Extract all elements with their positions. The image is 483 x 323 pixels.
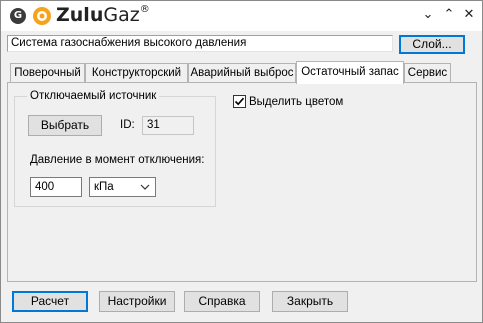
settings-button[interactable]: Настройки [99,291,175,312]
pressure-input[interactable]: 400 [30,177,82,197]
tab-verification[interactable]: Поверочный [10,63,85,83]
select-source-button[interactable]: Выбрать [28,115,102,136]
close-button[interactable]: Закрыть [272,291,348,312]
highlight-checkbox[interactable] [233,95,246,108]
tab-residual-reserve[interactable]: Остаточный запас [296,61,404,84]
brand-mark: ® [139,3,150,15]
dialog-window: G ZuluGaz® ⌄ ⌃ ✕ Система газоснабжения в… [0,0,483,323]
highlight-label: Выделить цветом [249,96,344,108]
calculate-button[interactable]: Расчет [12,291,88,312]
pressure-label: Давление в момент отключения: [30,154,205,166]
system-name-field: Система газоснабжения высокого давления [7,35,393,52]
brand-bold: Zulu [56,4,104,26]
tab-design[interactable]: Конструкторский [85,63,188,83]
pressure-unit-value: кПа [94,181,114,193]
expand-chevron-icon[interactable]: ⌃ [440,5,458,25]
id-value-field: 31 [142,116,194,135]
help-button[interactable]: Справка [184,291,260,312]
id-label: ID: [120,119,135,131]
zulu-logo-icon [33,7,51,25]
collapse-chevron-icon[interactable]: ⌄ [419,5,437,25]
source-group-title: Отключаемый источник [27,89,160,103]
pressure-unit-select[interactable]: кПа [89,177,156,197]
checkmark-icon [234,97,245,106]
tab-service[interactable]: Сервис [404,63,451,83]
brand-light: Gaz [103,4,140,26]
tab-emergency-release[interactable]: Аварийный выброс [188,63,296,83]
title-bar: G ZuluGaz® ⌄ ⌃ ✕ [1,1,482,31]
close-icon[interactable]: ✕ [460,5,478,25]
chevron-down-icon [140,184,150,190]
app-g-icon: G [10,8,26,24]
layer-button[interactable]: Слой... [399,35,465,54]
app-brand: ZuluGaz® [56,4,150,26]
